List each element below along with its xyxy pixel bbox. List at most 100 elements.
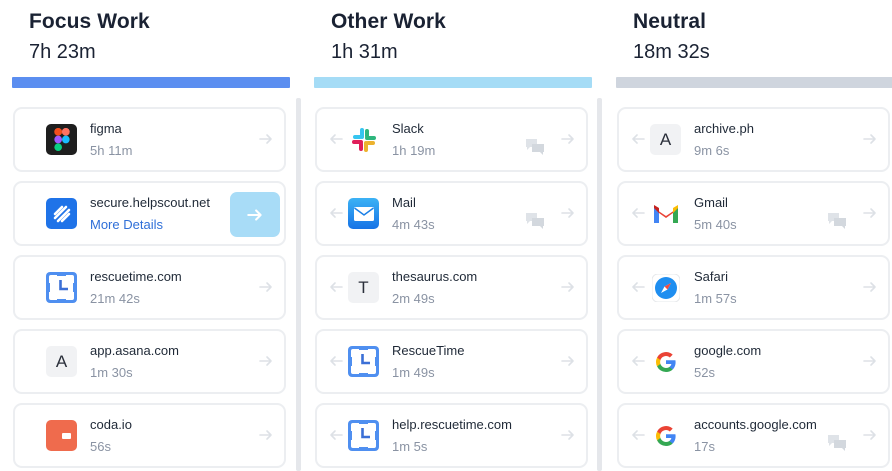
arrow-left-icon[interactable] [328,427,344,443]
column-total-time: 1h 31m [331,41,398,63]
column-total-time: 18m 32s [633,41,710,63]
app-time: 5h 11m [90,143,133,158]
app-time: 1m 57s [694,291,737,306]
rescuetime-icon [46,272,77,303]
app-time: 52s [694,365,715,380]
arrow-left-icon[interactable] [328,279,344,295]
app-name: Safari [694,269,728,284]
list-item-accounts-google[interactable]: accounts.google.com 17s [617,403,890,468]
safari-icon [650,272,681,303]
arrow-left-icon[interactable] [630,427,646,443]
comment-icon[interactable] [524,137,546,157]
letter-icon: T [348,272,379,303]
move-right-button[interactable] [230,192,280,237]
slack-icon [348,124,379,155]
app-name: archive.ph [694,121,754,136]
app-time: 1h 19m [392,143,436,158]
app-name: accounts.google.com [694,417,817,432]
app-time: 17s [694,439,715,454]
column-other-work: Other Work 1h 31m Slack 1h 19m Mail 4m 4… [314,0,592,471]
arrow-right-icon[interactable] [560,427,576,443]
arrow-left-icon[interactable] [328,131,344,147]
figma-icon [46,124,77,155]
helpscout-icon [46,198,77,229]
comment-icon[interactable] [826,433,848,453]
arrow-right-icon[interactable] [560,205,576,221]
app-name: coda.io [90,417,132,432]
google-icon [650,420,681,451]
arrow-right-icon[interactable] [560,353,576,369]
letter-icon: A [650,124,681,155]
arrow-right-icon[interactable] [258,279,274,295]
app-time: 21m 42s [90,291,140,306]
arrow-right-icon[interactable] [862,279,878,295]
app-name: figma [90,121,122,136]
app-name: rescuetime.com [90,269,182,284]
arrow-right-icon[interactable] [862,427,878,443]
column-divider [597,98,602,471]
list-item-rescuetime-app[interactable]: RescueTime 1m 49s [315,329,588,394]
app-time: 56s [90,439,111,454]
column-divider [296,98,301,471]
list-item-google[interactable]: google.com 52s [617,329,890,394]
app-name: app.asana.com [90,343,179,358]
app-time: 9m 6s [694,143,730,158]
column-title: Neutral [633,10,707,33]
arrow-left-icon[interactable] [328,353,344,369]
coda-icon [46,420,77,451]
list-item-mail[interactable]: Mail 4m 43s [315,181,588,246]
app-name: secure.helpscout.net [90,195,210,210]
app-name: RescueTime [392,343,465,358]
column-total-time: 7h 23m [29,41,96,63]
list-item-slack[interactable]: Slack 1h 19m [315,107,588,172]
app-time: 1m 5s [392,439,428,454]
arrow-right-icon[interactable] [862,205,878,221]
rescuetime-icon [348,346,379,377]
app-name: Gmail [694,195,728,210]
mail-icon [348,198,379,229]
arrow-left-icon[interactable] [630,279,646,295]
list-item-help-rescuetime[interactable]: help.rescuetime.com 1m 5s [315,403,588,468]
arrow-left-icon[interactable] [630,131,646,147]
arrow-right-icon[interactable] [258,131,274,147]
app-time: 4m 43s [392,217,435,232]
list-item-rescuetime[interactable]: rescuetime.com 21m 42s [13,255,286,320]
category-bar [12,77,290,88]
list-item-thesaurus[interactable]: T thesaurus.com 2m 49s [315,255,588,320]
app-name: Mail [392,195,416,210]
gmail-icon [650,198,681,229]
list-item-figma[interactable]: figma 5h 11m [13,107,286,172]
letter-icon: A [46,346,77,377]
category-bar [616,77,892,88]
category-bar [314,77,592,88]
app-name: google.com [694,343,762,358]
google-icon [650,346,681,377]
list-item-asana[interactable]: A app.asana.com 1m 30s [13,329,286,394]
list-item-coda[interactable]: coda.io 56s [13,403,286,468]
arrow-right-icon[interactable] [258,353,274,369]
arrow-right-icon[interactable] [560,279,576,295]
column-neutral: Neutral 18m 32s A archive.ph 9m 6s Gmail… [616,0,892,471]
arrow-right-icon[interactable] [560,131,576,147]
arrow-right-icon[interactable] [862,131,878,147]
comment-icon[interactable] [524,211,546,231]
more-details-link[interactable]: More Details [90,217,163,232]
arrow-right-icon[interactable] [258,427,274,443]
app-name: Slack [392,121,424,136]
arrow-right-icon[interactable] [862,353,878,369]
app-time: 1m 30s [90,365,133,380]
app-name: thesaurus.com [392,269,478,284]
column-title: Other Work [331,10,446,33]
arrow-left-icon[interactable] [328,205,344,221]
arrow-right-icon [247,208,262,221]
list-item-gmail[interactable]: Gmail 5m 40s [617,181,890,246]
comment-icon[interactable] [826,211,848,231]
app-time: 2m 49s [392,291,435,306]
list-item-safari[interactable]: Safari 1m 57s [617,255,890,320]
arrow-left-icon[interactable] [630,205,646,221]
list-item-archive[interactable]: A archive.ph 9m 6s [617,107,890,172]
arrow-left-icon[interactable] [630,353,646,369]
app-time: 1m 49s [392,365,435,380]
app-time: 5m 40s [694,217,737,232]
rescuetime-icon [348,420,379,451]
